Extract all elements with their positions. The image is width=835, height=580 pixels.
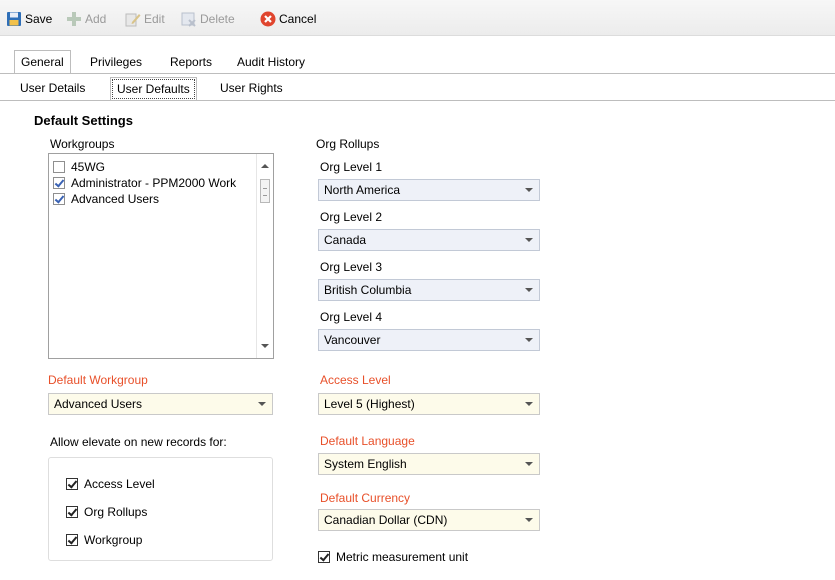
elevate-checkbox[interactable] bbox=[66, 478, 78, 490]
workgroup-checkbox[interactable] bbox=[53, 161, 65, 173]
access-level-select[interactable]: Level 5 (Highest) bbox=[318, 393, 540, 415]
workgroup-label: 45WG bbox=[71, 160, 106, 174]
edit-button[interactable]: Edit bbox=[125, 10, 165, 28]
delete-button[interactable]: Delete bbox=[181, 10, 235, 28]
workgroups-list[interactable]: 45WG Administrator - PPM2000 Work Advanc… bbox=[48, 153, 274, 359]
scroll-up-icon[interactable] bbox=[261, 164, 269, 168]
tab-general[interactable]: General bbox=[14, 50, 71, 74]
default-language-select[interactable]: System English bbox=[318, 453, 540, 475]
tab-audit-history[interactable]: Audit History bbox=[231, 52, 311, 74]
list-item[interactable]: Advanced Users bbox=[53, 191, 249, 207]
default-currency-value: Canadian Dollar (CDN) bbox=[324, 513, 448, 527]
org-level-4-value: Vancouver bbox=[324, 333, 381, 347]
chevron-down-icon bbox=[525, 188, 533, 192]
toolbar: Save Add Edit Delete Cancel bbox=[0, 0, 835, 36]
org-level-1-label: Org Level 1 bbox=[320, 160, 383, 174]
elevate-checkbox[interactable] bbox=[66, 534, 78, 546]
access-level-label: Access Level bbox=[320, 373, 391, 387]
delete-icon bbox=[181, 11, 197, 27]
chevron-down-icon bbox=[525, 288, 533, 292]
elevate-workgroup[interactable]: Workgroup bbox=[66, 532, 142, 548]
workgroup-checkbox[interactable] bbox=[53, 193, 65, 205]
save-button[interactable]: Save bbox=[6, 10, 52, 28]
cancel-button[interactable]: Cancel bbox=[260, 10, 316, 28]
elevate-checkbox[interactable] bbox=[66, 506, 78, 518]
org-level-3-label: Org Level 3 bbox=[320, 260, 383, 274]
metric-label: Metric measurement unit bbox=[336, 550, 469, 564]
add-button[interactable]: Add bbox=[66, 10, 106, 28]
add-icon bbox=[66, 11, 82, 27]
edit-icon bbox=[125, 11, 141, 27]
tab-privileges[interactable]: Privileges bbox=[84, 52, 148, 74]
default-language-value: System English bbox=[324, 457, 407, 471]
save-icon bbox=[6, 11, 22, 27]
tab-user-details[interactable]: User Details bbox=[16, 79, 89, 99]
chevron-down-icon bbox=[525, 338, 533, 342]
tab-reports[interactable]: Reports bbox=[164, 52, 218, 74]
scroll-down-icon[interactable] bbox=[261, 344, 269, 348]
org-level-2-select[interactable]: Canada bbox=[318, 229, 540, 251]
elevate-org-rollups[interactable]: Org Rollups bbox=[66, 504, 147, 520]
tab-divider bbox=[0, 73, 835, 74]
save-label: Save bbox=[25, 12, 53, 26]
list-item[interactable]: Administrator - PPM2000 Work bbox=[53, 175, 249, 191]
default-currency-label: Default Currency bbox=[320, 491, 411, 505]
org-level-3-value: British Columbia bbox=[324, 283, 412, 297]
org-level-3-select[interactable]: British Columbia bbox=[318, 279, 540, 301]
workgroups-label: Workgroups bbox=[50, 137, 115, 151]
section-title: Default Settings bbox=[34, 113, 133, 128]
org-rollups-label: Org Rollups bbox=[316, 137, 380, 151]
org-level-1-select[interactable]: North America bbox=[318, 179, 540, 201]
org-level-2-value: Canada bbox=[324, 233, 367, 247]
org-level-4-label: Org Level 4 bbox=[320, 310, 383, 324]
add-label: Add bbox=[85, 12, 107, 26]
chevron-down-icon bbox=[258, 402, 266, 406]
chevron-down-icon bbox=[525, 238, 533, 242]
default-workgroup-select[interactable]: Advanced Users bbox=[48, 393, 273, 415]
org-level-1-value: North America bbox=[324, 183, 401, 197]
workgroup-checkbox[interactable] bbox=[53, 177, 65, 189]
cancel-label: Cancel bbox=[279, 12, 317, 26]
chevron-down-icon bbox=[525, 518, 533, 522]
chevron-down-icon bbox=[525, 402, 533, 406]
scroll-thumb[interactable] bbox=[260, 179, 270, 203]
cancel-icon bbox=[260, 11, 276, 27]
default-workgroup-label: Default Workgroup bbox=[48, 373, 148, 387]
workgroup-label: Administrator - PPM2000 Work bbox=[71, 176, 237, 190]
edit-label: Edit bbox=[144, 12, 165, 26]
delete-label: Delete bbox=[200, 12, 235, 26]
subtab-divider bbox=[0, 100, 835, 101]
elevate-item-label: Org Rollups bbox=[84, 505, 148, 519]
metric-checkbox[interactable] bbox=[318, 551, 330, 563]
elevate-label: Allow elevate on new records for: bbox=[50, 435, 227, 449]
tab-user-defaults[interactable]: User Defaults bbox=[110, 77, 197, 101]
access-level-value: Level 5 (Highest) bbox=[324, 397, 415, 411]
org-level-2-label: Org Level 2 bbox=[320, 210, 383, 224]
tab-user-rights[interactable]: User Rights bbox=[216, 79, 287, 99]
chevron-down-icon bbox=[525, 462, 533, 466]
elevate-access-level[interactable]: Access Level bbox=[66, 476, 155, 492]
elevate-item-label: Workgroup bbox=[84, 533, 143, 547]
default-language-label: Default Language bbox=[320, 434, 415, 448]
default-currency-select[interactable]: Canadian Dollar (CDN) bbox=[318, 509, 540, 531]
metric-unit-option[interactable]: Metric measurement unit bbox=[318, 549, 468, 565]
list-scrollbar[interactable] bbox=[256, 154, 273, 358]
elevate-item-label: Access Level bbox=[84, 477, 155, 491]
workgroup-label: Advanced Users bbox=[71, 192, 160, 206]
default-workgroup-value: Advanced Users bbox=[54, 397, 143, 411]
list-item[interactable]: 45WG bbox=[53, 159, 249, 175]
org-level-4-select[interactable]: Vancouver bbox=[318, 329, 540, 351]
